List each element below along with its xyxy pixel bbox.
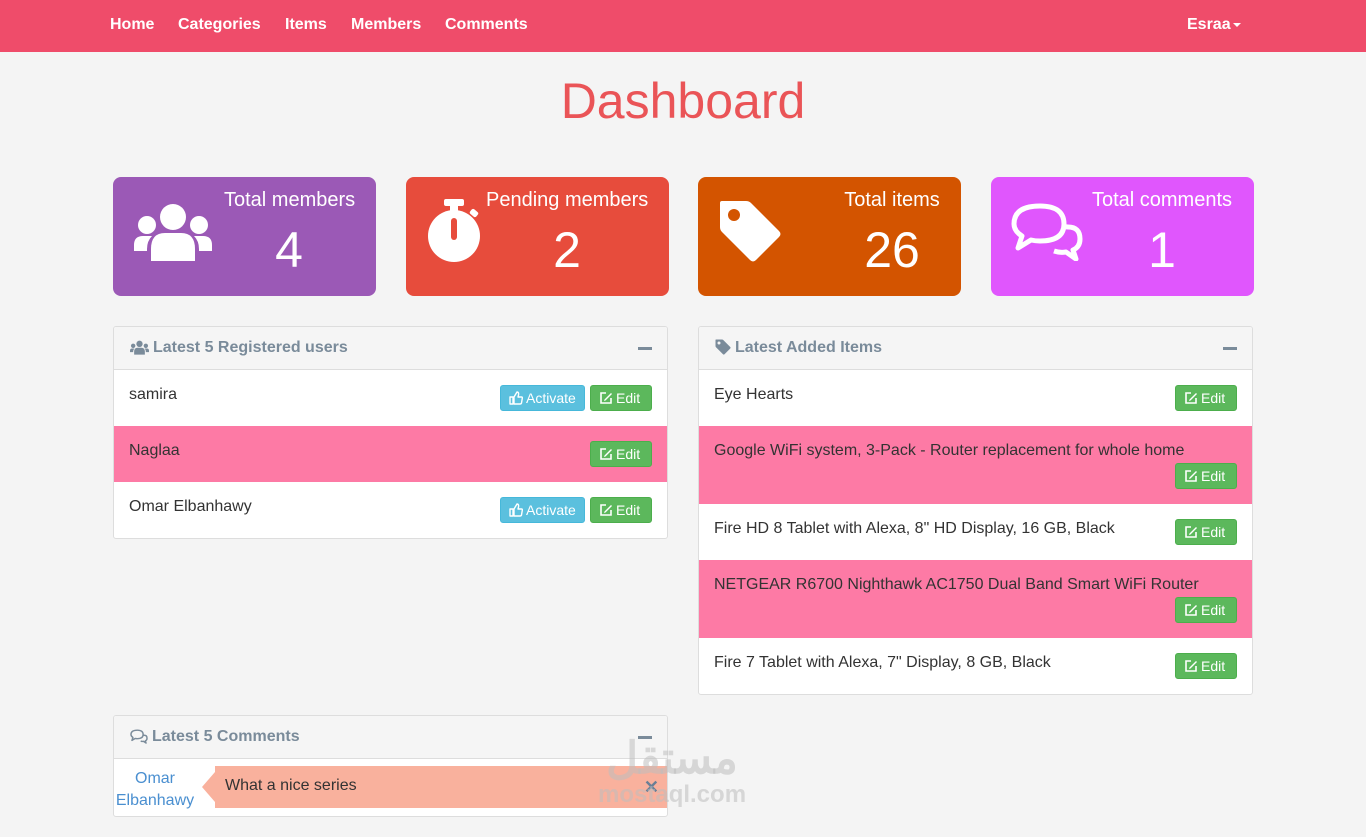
- stat-value: 4: [275, 222, 303, 278]
- panel-title: Latest 5 Comments: [130, 728, 300, 746]
- comment-author-link[interactable]: Omar Elbanhawy: [114, 768, 196, 812]
- stat-total-members[interactable]: Total members 4: [113, 177, 376, 296]
- panel-title-text: Latest 5 Registered users: [153, 339, 348, 356]
- collapse-minus-icon[interactable]: [1223, 347, 1237, 350]
- collapse-minus-icon[interactable]: [638, 347, 652, 350]
- edit-label: Edit: [616, 390, 641, 406]
- latest-comments-panel: Latest 5 Comments Omar Elbanhawy What a …: [113, 715, 668, 817]
- edit-label: Edit: [616, 502, 641, 518]
- edit-button[interactable]: Edit: [590, 497, 652, 523]
- stat-label: Total comments: [1091, 189, 1233, 211]
- edit-label: Edit: [1201, 658, 1226, 674]
- page-title: Dashboard: [560, 73, 806, 129]
- stat-label: Total members: [224, 189, 356, 211]
- activate-label: Activate: [526, 502, 576, 518]
- item-name: Fire 7 Tablet with Alexa, 7" Display, 8 …: [714, 654, 1051, 671]
- user-row: samira Activate Edit: [114, 370, 667, 426]
- item-name: NETGEAR R6700 Nighthawk AC1750 Dual Band…: [714, 576, 1199, 593]
- comment-bubble-arrow: [202, 772, 215, 802]
- comments-icon: [1010, 203, 1084, 265]
- user-menu-dropdown[interactable]: Esraa: [1187, 16, 1241, 34]
- stat-label: Pending members: [486, 189, 649, 211]
- edit-label: Edit: [1201, 390, 1226, 406]
- watermark-latin: mostaql.com: [598, 781, 747, 808]
- edit-icon: [1185, 604, 1197, 616]
- edit-icon: [1185, 660, 1197, 672]
- stat-value: 1: [1148, 222, 1176, 278]
- edit-label: Edit: [1201, 602, 1226, 618]
- edit-button[interactable]: Edit: [1175, 653, 1237, 679]
- item-row: NETGEAR R6700 Nighthawk AC1750 Dual Band…: [699, 560, 1252, 638]
- item-name: Eye Hearts: [714, 386, 794, 403]
- stat-value: 26: [864, 222, 920, 278]
- thumbs-up-icon: [509, 503, 523, 517]
- edit-label: Edit: [616, 446, 641, 462]
- edit-icon: [600, 392, 612, 404]
- tag-icon: [718, 199, 782, 267]
- edit-button[interactable]: Edit: [1175, 463, 1237, 489]
- item-name: Google WiFi system, 3-Pack - Router repl…: [714, 442, 1185, 459]
- panel-heading: Latest 5 Registered users: [114, 327, 667, 370]
- users-icon: [130, 340, 149, 355]
- user-row: Naglaa Edit: [114, 426, 667, 482]
- stat-total-comments[interactable]: Total comments 1: [991, 177, 1254, 296]
- activate-button[interactable]: Activate: [500, 497, 585, 523]
- nav-items-link[interactable]: Items: [285, 16, 327, 34]
- panel-title-text: Latest Added Items: [735, 339, 882, 356]
- stopwatch-icon: [427, 199, 481, 267]
- edit-label: Edit: [1201, 524, 1226, 540]
- caret-down-icon: [1232, 22, 1241, 27]
- activate-button[interactable]: Activate: [500, 385, 585, 411]
- stat-pending-members[interactable]: Pending members 2: [406, 177, 669, 296]
- thumbs-up-icon: [509, 391, 523, 405]
- panel-heading: Latest 5 Comments: [114, 716, 667, 759]
- panel-title-text: Latest 5 Comments: [152, 728, 300, 745]
- nav-home-link[interactable]: Home: [110, 16, 154, 34]
- edit-icon: [1185, 470, 1197, 482]
- stat-value: 2: [553, 222, 581, 278]
- panel-title: Latest 5 Registered users: [130, 339, 348, 357]
- edit-button[interactable]: Edit: [1175, 519, 1237, 545]
- users-icon: [134, 203, 212, 265]
- user-name: Naglaa: [129, 442, 180, 459]
- nav-members-link[interactable]: Members: [351, 16, 421, 34]
- panel-heading: Latest Added Items: [699, 327, 1252, 370]
- panel-title: Latest Added Items: [715, 339, 882, 357]
- watermark-arabic: مستقل: [606, 734, 738, 783]
- nav-categories-link[interactable]: Categories: [178, 16, 261, 34]
- item-row: Google WiFi system, 3-Pack - Router repl…: [699, 426, 1252, 504]
- edit-label: Edit: [1201, 468, 1226, 484]
- navbar: Home Categories Items Members Comments E…: [0, 0, 1366, 52]
- latest-users-panel: Latest 5 Registered users samira Activat…: [113, 326, 668, 539]
- item-row: Eye Hearts Edit: [699, 370, 1252, 426]
- item-name: Fire HD 8 Tablet with Alexa, 8" HD Displ…: [714, 520, 1115, 537]
- stat-label: Total items: [844, 189, 940, 211]
- edit-icon: [600, 448, 612, 460]
- edit-icon: [1185, 392, 1197, 404]
- nav-comments-link[interactable]: Comments: [445, 16, 528, 34]
- user-name: Omar Elbanhawy: [129, 498, 252, 515]
- edit-icon: [1185, 526, 1197, 538]
- comment-text: What a nice series: [225, 777, 357, 794]
- watermark: مستقل mostaql.com: [598, 735, 746, 807]
- item-row: Fire HD 8 Tablet with Alexa, 8" HD Displ…: [699, 504, 1252, 560]
- user-name: Esraa: [1187, 16, 1231, 33]
- edit-button[interactable]: Edit: [1175, 597, 1237, 623]
- edit-icon: [600, 504, 612, 516]
- comments-icon: [130, 729, 148, 744]
- activate-label: Activate: [526, 390, 576, 406]
- edit-button[interactable]: Edit: [590, 441, 652, 467]
- user-row: Omar Elbanhawy Activate Edit: [114, 482, 667, 538]
- item-row: Fire 7 Tablet with Alexa, 7" Display, 8 …: [699, 638, 1252, 694]
- user-name: samira: [129, 386, 178, 403]
- stat-total-items[interactable]: Total items 26: [698, 177, 961, 296]
- latest-items-panel: Latest Added Items Eye Hearts Edit Googl…: [698, 326, 1253, 695]
- tag-icon: [715, 339, 731, 355]
- edit-button[interactable]: Edit: [1175, 385, 1237, 411]
- edit-button[interactable]: Edit: [590, 385, 652, 411]
